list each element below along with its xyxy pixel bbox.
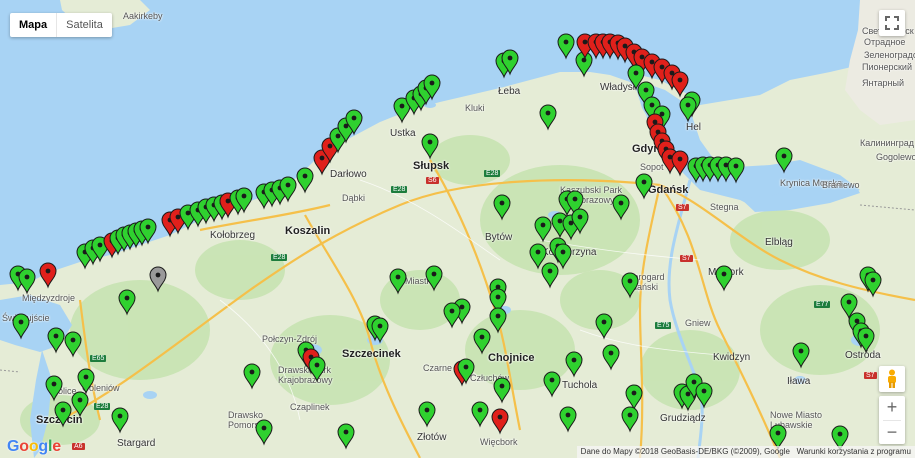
green-marker[interactable] — [77, 368, 95, 395]
green-marker[interactable] — [111, 407, 129, 434]
green-marker[interactable] — [64, 331, 82, 358]
green-marker[interactable] — [443, 302, 461, 329]
green-marker[interactable] — [541, 262, 559, 289]
green-marker[interactable] — [864, 271, 882, 298]
green-marker[interactable] — [554, 243, 572, 270]
zoom-in-button[interactable]: + — [879, 396, 905, 420]
logo-letter: g — [38, 438, 48, 455]
green-marker[interactable] — [421, 133, 439, 160]
map-canvas[interactable]: Aakirkeby Ustka Łeba Kluki Władysł Hel S… — [0, 0, 915, 458]
logo-letter: e — [52, 438, 61, 455]
green-marker[interactable] — [715, 265, 733, 292]
fullscreen-icon — [885, 16, 899, 30]
green-marker[interactable] — [308, 356, 326, 383]
green-marker[interactable] — [612, 194, 630, 221]
green-marker[interactable] — [296, 167, 314, 194]
green-marker[interactable] — [389, 268, 407, 295]
green-marker[interactable] — [595, 313, 613, 340]
green-marker[interactable] — [695, 382, 713, 409]
green-marker[interactable] — [792, 342, 810, 369]
green-marker[interactable] — [71, 391, 89, 418]
green-marker[interactable] — [243, 363, 261, 390]
green-marker[interactable] — [534, 216, 552, 243]
green-marker[interactable] — [473, 328, 491, 355]
logo-letter: o — [19, 438, 29, 455]
zoom-control: + − — [879, 396, 905, 444]
green-marker[interactable] — [775, 147, 793, 174]
green-marker[interactable] — [635, 173, 653, 200]
green-marker[interactable] — [489, 307, 507, 334]
red-marker[interactable] — [39, 262, 57, 289]
attribution-bar: Dane do Mapy ©2018 GeoBasis-DE/BKG (©200… — [576, 446, 915, 458]
green-marker[interactable] — [625, 384, 643, 411]
green-marker[interactable] — [602, 344, 620, 371]
green-marker[interactable] — [493, 194, 511, 221]
green-marker[interactable] — [621, 406, 639, 433]
logo-letter: o — [28, 438, 39, 455]
map-data-attribution[interactable]: Dane do Mapy ©2018 GeoBasis-DE/BKG (©200… — [581, 447, 790, 456]
green-marker[interactable] — [543, 371, 561, 398]
map-type-control: Mapa Satelita — [10, 13, 112, 37]
green-marker[interactable] — [425, 265, 443, 292]
red-marker[interactable] — [671, 150, 689, 177]
marker-layer — [9, 33, 882, 452]
green-marker[interactable] — [471, 401, 489, 428]
green-marker[interactable] — [255, 419, 273, 446]
green-marker[interactable] — [337, 423, 355, 450]
zoom-out-button[interactable]: − — [879, 421, 905, 445]
green-marker[interactable] — [18, 268, 36, 295]
green-marker[interactable] — [559, 406, 577, 433]
green-marker[interactable] — [118, 289, 136, 316]
terms-link[interactable]: Warunki korzystania z programu — [797, 447, 911, 456]
green-marker[interactable] — [539, 104, 557, 131]
green-marker[interactable] — [621, 272, 639, 299]
pegman-icon — [888, 369, 896, 388]
green-marker[interactable] — [45, 375, 63, 402]
map-type-map-button[interactable]: Mapa — [10, 13, 56, 37]
logo-letter: G — [7, 438, 20, 455]
green-marker[interactable] — [727, 157, 745, 184]
red-marker[interactable] — [671, 71, 689, 98]
green-marker[interactable] — [679, 96, 697, 123]
red-marker[interactable] — [491, 408, 509, 435]
green-marker[interactable] — [12, 313, 30, 340]
green-marker[interactable] — [557, 33, 575, 60]
green-marker[interactable] — [54, 401, 72, 428]
street-view-button[interactable] — [879, 366, 905, 392]
green-marker[interactable] — [529, 243, 547, 270]
green-marker[interactable] — [47, 327, 65, 354]
green-marker[interactable] — [418, 401, 436, 428]
green-marker[interactable] — [493, 377, 511, 404]
green-marker[interactable] — [565, 351, 583, 378]
google-logo[interactable]: Google — [7, 438, 61, 456]
fullscreen-button[interactable] — [879, 10, 905, 36]
gray-marker[interactable] — [149, 266, 167, 293]
green-marker[interactable] — [857, 327, 875, 354]
map-type-satellite-button[interactable]: Satelita — [56, 13, 112, 37]
